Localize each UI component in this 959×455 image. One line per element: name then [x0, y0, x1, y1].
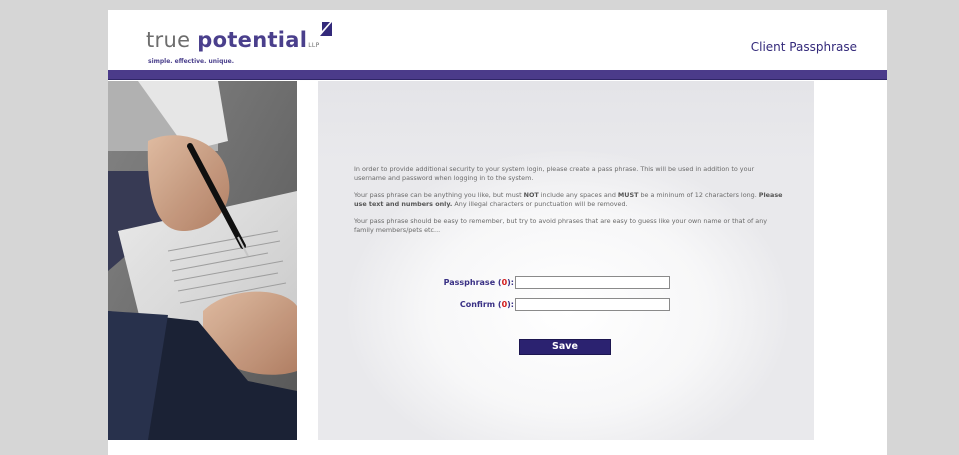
save-button[interactable]: Save: [519, 339, 611, 355]
logo[interactable]: true potentialLLP simple. effective. uni…: [146, 22, 332, 65]
logo-wordmark: true potentialLLP: [146, 28, 320, 52]
page-title: Client Passphrase: [750, 40, 857, 54]
instructions-paragraph-3: Your pass phrase should be easy to remem…: [354, 217, 768, 234]
passphrase-label: Passphrase (0):: [443, 278, 514, 287]
confirm-input[interactable]: [515, 298, 670, 311]
header-bar: [108, 70, 887, 80]
content-panel: In order to provide additional security …: [318, 81, 814, 440]
logo-mark-icon: [320, 22, 332, 36]
instructions-paragraph-2: Your pass phrase can be anything you lik…: [354, 191, 783, 208]
instructions-paragraph-1: In order to provide additional security …: [354, 165, 755, 182]
passphrase-input[interactable]: [515, 276, 670, 289]
page-container: true potentialLLP simple. effective. uni…: [108, 10, 887, 455]
passphrase-row: Passphrase (0):: [318, 276, 814, 290]
confirm-label: Confirm (0):: [459, 300, 514, 309]
logo-tagline: simple. effective. unique.: [148, 58, 235, 65]
signing-photo-image: [108, 81, 297, 440]
header: true potentialLLP simple. effective. uni…: [108, 10, 887, 70]
signing-photo: [108, 81, 297, 440]
confirm-row: Confirm (0):: [318, 298, 814, 312]
